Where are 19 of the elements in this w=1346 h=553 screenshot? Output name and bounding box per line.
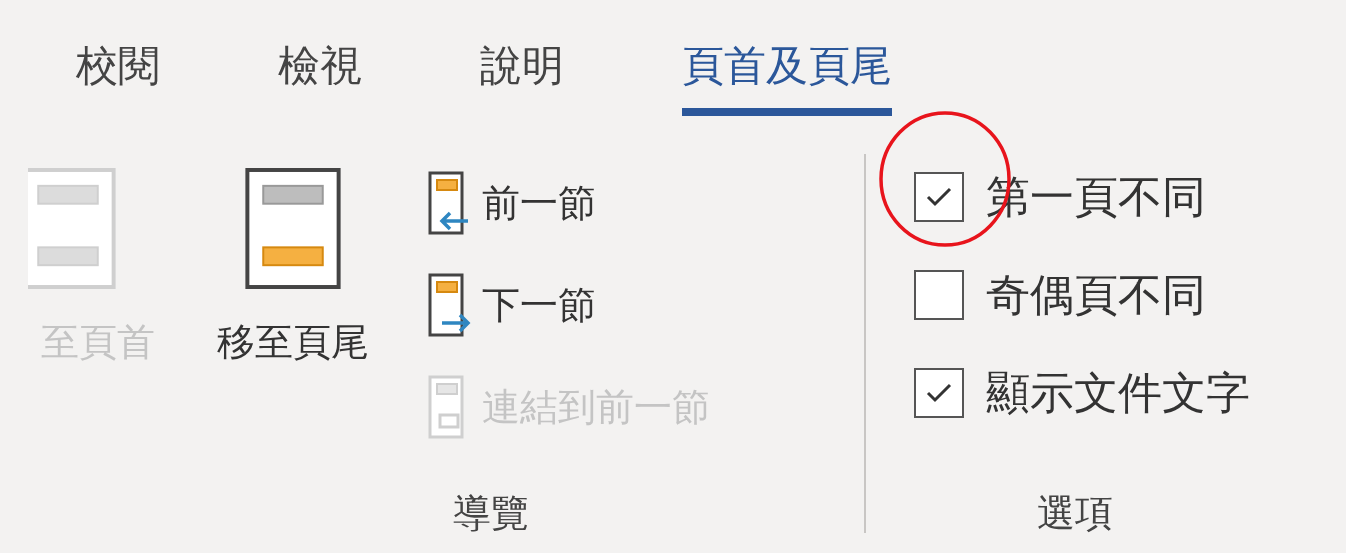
checkbox-label: 顯示文件文字 bbox=[986, 365, 1250, 420]
ribbon-tab[interactable]: 校閱 bbox=[76, 38, 160, 116]
previous-section-button[interactable]: 前一節 bbox=[428, 170, 710, 236]
checkbox[interactable] bbox=[914, 172, 964, 222]
next-section-icon bbox=[428, 273, 472, 337]
checkbox[interactable] bbox=[914, 270, 964, 320]
checkbox[interactable] bbox=[914, 368, 964, 418]
go-to-footer-button[interactable]: 移至頁尾 bbox=[188, 168, 398, 368]
ribbon-tab[interactable]: 頁首及頁尾 bbox=[682, 38, 892, 116]
group-label: 選項 bbox=[1036, 490, 1114, 537]
checkmark-icon bbox=[926, 383, 952, 403]
page-icon bbox=[245, 168, 341, 289]
ribbon-tab[interactable]: 說明 bbox=[480, 38, 564, 116]
next-section-button[interactable]: 下一節 bbox=[428, 272, 710, 338]
checkmark-icon bbox=[926, 187, 952, 207]
group-label: 導覽 bbox=[452, 490, 530, 537]
ribbon-tab[interactable]: 檢視 bbox=[278, 38, 362, 116]
checkbox-label: 奇偶頁不同 bbox=[986, 267, 1206, 322]
page-icon bbox=[28, 168, 116, 289]
